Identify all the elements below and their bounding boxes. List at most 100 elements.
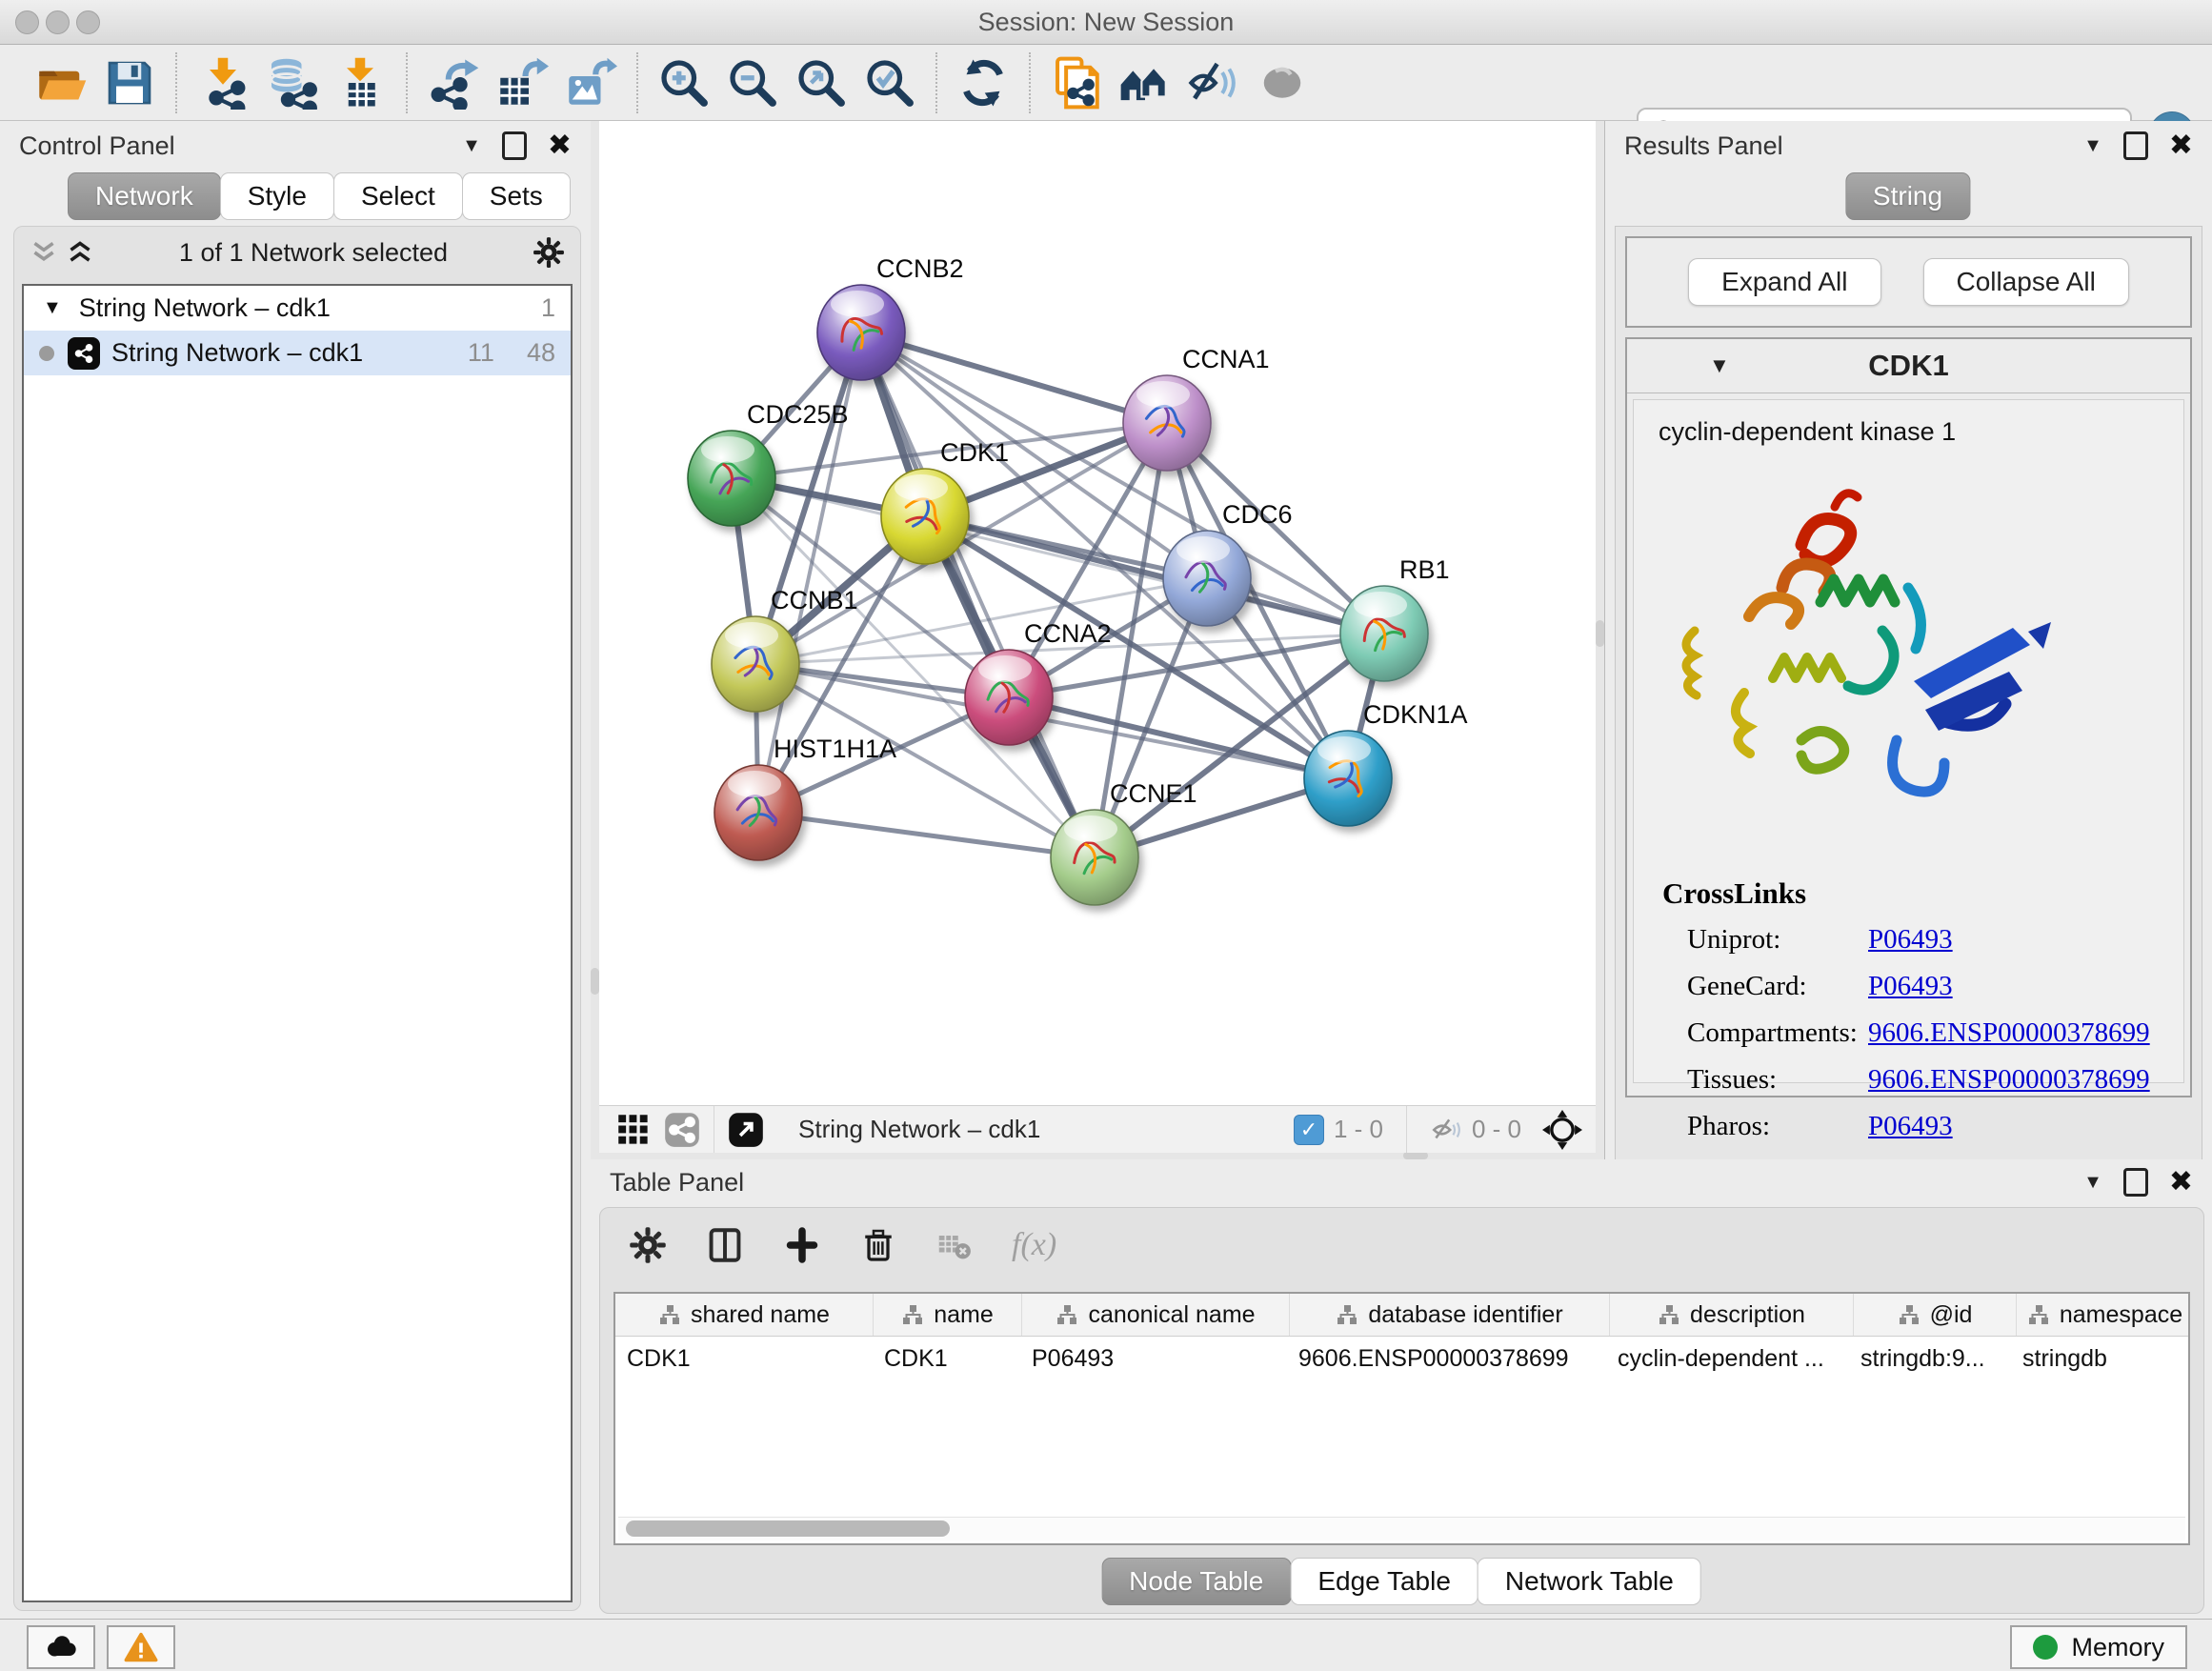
network-edge[interactable] [925, 516, 1384, 634]
import-network-database-icon[interactable] [263, 53, 320, 112]
table-row[interactable]: CDK1CDK1P064939606.ENSP00000378699cyclin… [615, 1337, 2188, 1380]
network-edge[interactable] [861, 332, 1167, 423]
birds-eye-icon[interactable] [1542, 1110, 1582, 1150]
network-node-HIST1H1A[interactable]: HIST1H1A [714, 735, 896, 860]
tab-string[interactable]: String [1845, 172, 1970, 220]
collapse-all-button[interactable]: Collapse All [1923, 258, 2129, 306]
network-edge[interactable] [758, 813, 1095, 857]
hidden-eye-icon[interactable] [1430, 1114, 1462, 1146]
gene-section-header[interactable]: ▼ CDK1 [1627, 339, 2190, 393]
open-in-window-icon[interactable] [728, 1112, 764, 1148]
network-node-CCNA1[interactable]: CCNA1 [1123, 345, 1270, 471]
crosslink-row: Pharos:P06493 [1687, 1111, 2183, 1142]
table-cell[interactable]: P06493 [1020, 1337, 1287, 1380]
table-options-gear-icon[interactable] [629, 1226, 667, 1264]
expand-all-button[interactable]: Expand All [1688, 258, 1880, 306]
memory-status-icon [2033, 1635, 2058, 1660]
delete-column-icon[interactable] [859, 1226, 897, 1264]
column-header-description[interactable]: description [1610, 1294, 1854, 1336]
tab-edge-table[interactable]: Edge Table [1290, 1558, 1478, 1605]
hide-selected-icon[interactable] [1185, 53, 1242, 112]
collapse-networks-icon[interactable] [66, 240, 94, 265]
create-column-icon[interactable] [783, 1226, 821, 1264]
table-cell[interactable]: CDK1 [873, 1337, 1020, 1380]
network-collection-row[interactable]: ▼ String Network – cdk1 1 [24, 286, 571, 331]
network-node-CCNB2[interactable]: CCNB2 [817, 254, 964, 380]
close-panel-icon[interactable]: ✖ [2169, 1168, 2193, 1197]
memory-button[interactable]: Memory [2010, 1625, 2187, 1669]
float-panel-icon[interactable] [2123, 1168, 2148, 1197]
refresh-view-icon[interactable] [955, 53, 1012, 112]
column-header-database-identifier[interactable]: database identifier [1290, 1294, 1610, 1336]
tree-expand-icon[interactable]: ▼ [43, 297, 62, 319]
show-columns-icon[interactable] [705, 1225, 745, 1265]
tab-sets[interactable]: Sets [462, 172, 571, 220]
table-cell[interactable]: CDK1 [615, 1337, 873, 1380]
node-label: CCNB2 [876, 254, 964, 283]
zoom-fit-icon[interactable] [793, 53, 850, 112]
export-image-icon[interactable] [562, 53, 619, 112]
table-cell[interactable]: stringdb [2011, 1337, 2187, 1380]
table-cell[interactable]: cyclin-dependent ... [1606, 1337, 1849, 1380]
preview-eye-icon[interactable] [1254, 53, 1311, 112]
window-title: Session: New Session [0, 8, 2212, 37]
right-splitter[interactable] [1596, 121, 1604, 1152]
crosslink-link[interactable]: 9606.ENSP00000378699 [1868, 1017, 2150, 1049]
network-badge-icon[interactable] [664, 1112, 700, 1148]
network-edge[interactable] [861, 332, 1095, 857]
grid-view-icon[interactable] [616, 1113, 651, 1147]
tab-style[interactable]: Style [220, 172, 334, 220]
string-app-icon[interactable] [1048, 53, 1105, 112]
crosslink-link[interactable]: P06493 [1868, 971, 1953, 1002]
tab-select[interactable]: Select [333, 172, 463, 220]
export-table-icon[interactable] [493, 53, 551, 112]
column-header-name[interactable]: name [874, 1294, 1022, 1336]
collapse-panel-icon[interactable]: ▼ [2083, 1172, 2102, 1194]
table-cell[interactable]: stringdb:9... [1849, 1337, 2011, 1380]
column-header-canonical-name[interactable]: canonical name [1022, 1294, 1290, 1336]
network-canvas[interactable]: CCNB2CCNA1CDC25BCDK1CDC6RB1CCNB1CCNA2CDK… [599, 121, 1596, 1105]
column-header-namespace[interactable]: namespace [2017, 1294, 2188, 1336]
network-row-selected[interactable]: String Network – cdk1 11 48 [24, 331, 571, 375]
network-node-CCNE1[interactable]: CCNE1 [1051, 779, 1197, 905]
column-header-shared-name[interactable]: shared name [615, 1294, 874, 1336]
collapse-panel-icon[interactable]: ▼ [462, 135, 481, 157]
tab-network-table[interactable]: Network Table [1478, 1558, 1701, 1605]
table-horizontal-scrollbar[interactable] [618, 1517, 2185, 1540]
network-node-RB1[interactable]: RB1 [1340, 555, 1450, 681]
crosslink-link[interactable]: P06493 [1868, 924, 1953, 956]
table-cell[interactable]: 9606.ENSP00000378699 [1287, 1337, 1606, 1380]
crosslinks-title: CrossLinks [1662, 876, 2183, 911]
float-panel-icon[interactable] [2123, 131, 2148, 160]
section-collapse-icon[interactable]: ▼ [1709, 353, 1730, 378]
collapse-panel-icon[interactable]: ▼ [2083, 135, 2102, 157]
export-network-icon[interactable] [425, 53, 482, 112]
column-header--id[interactable]: @id [1854, 1294, 2017, 1336]
cloud-status-button[interactable] [27, 1625, 95, 1669]
open-session-icon[interactable] [32, 53, 90, 112]
results-actions: Expand All Collapse All [1625, 236, 2192, 328]
network-node-CDKN1A[interactable]: CDKN1A [1304, 700, 1468, 826]
import-table-file-icon[interactable] [332, 53, 389, 112]
selected-checkbox-icon[interactable]: ✓ [1294, 1115, 1324, 1145]
zoom-out-icon[interactable] [724, 53, 781, 112]
crosslink-row: Tissues:9606.ENSP00000378699 [1687, 1064, 2183, 1096]
tab-node-table[interactable]: Node Table [1101, 1558, 1291, 1605]
table-panel-body: f(x) shared namenamecanonical namedataba… [599, 1207, 2204, 1614]
crosslink-link[interactable]: P06493 [1868, 1111, 1953, 1142]
scrollbar-thumb[interactable] [626, 1520, 950, 1537]
network-options-gear-icon[interactable] [533, 236, 565, 269]
expand-networks-icon[interactable] [30, 240, 58, 265]
close-panel-icon[interactable]: ✖ [548, 131, 572, 160]
warnings-button[interactable] [107, 1625, 175, 1669]
zoom-selected-icon[interactable] [861, 53, 918, 112]
tab-network[interactable]: Network [68, 172, 221, 220]
float-panel-icon[interactable] [502, 131, 527, 160]
close-panel-icon[interactable]: ✖ [2169, 131, 2193, 160]
import-network-file-icon[interactable] [194, 53, 251, 112]
zoom-in-icon[interactable] [655, 53, 713, 112]
homology-icon[interactable] [1116, 53, 1174, 112]
save-session-icon[interactable] [101, 53, 158, 112]
crosslink-label: GeneCard: [1687, 971, 1868, 1002]
crosslink-link[interactable]: 9606.ENSP00000378699 [1868, 1064, 2150, 1096]
